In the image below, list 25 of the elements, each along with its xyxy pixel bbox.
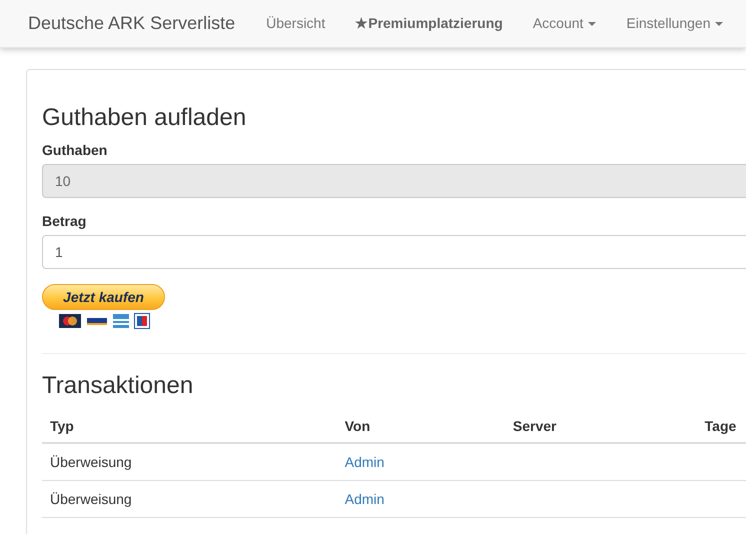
card-icon bbox=[86, 315, 108, 327]
column-header: Von bbox=[336, 410, 505, 443]
nav-link[interactable]: ★Premiumplatzierung bbox=[340, 0, 518, 47]
user-link[interactable]: Admin bbox=[344, 491, 384, 507]
column-header: Typ bbox=[42, 410, 337, 443]
user-link[interactable]: Admin bbox=[344, 454, 384, 470]
column-header: Tage bbox=[696, 410, 746, 443]
card-icon bbox=[113, 314, 129, 328]
card-icon bbox=[134, 313, 150, 329]
section-title: Transaktionen bbox=[42, 372, 194, 400]
buy-button[interactable]: Jetzt kaufen bbox=[42, 284, 165, 310]
field-label: Guthaben bbox=[42, 142, 108, 158]
nav-link[interactable]: Account bbox=[518, 0, 612, 47]
brand-link[interactable]: Deutsche ARK Serverliste bbox=[26, 13, 238, 34]
nav-link[interactable]: Übersicht bbox=[251, 0, 340, 47]
field-label: Betrag bbox=[42, 213, 88, 229]
column-header: Server bbox=[504, 410, 697, 443]
credit-card-icon bbox=[59, 314, 81, 328]
table-cell: Überweisung bbox=[50, 454, 132, 470]
table-cell: Überweisung bbox=[50, 491, 132, 507]
caret-icon bbox=[588, 22, 596, 26]
input-field[interactable]: 1 bbox=[42, 235, 746, 269]
nav-link[interactable]: Einstellungen bbox=[611, 0, 738, 47]
caret-icon bbox=[715, 22, 724, 26]
section-title: Guthaben aufladen bbox=[42, 104, 248, 132]
